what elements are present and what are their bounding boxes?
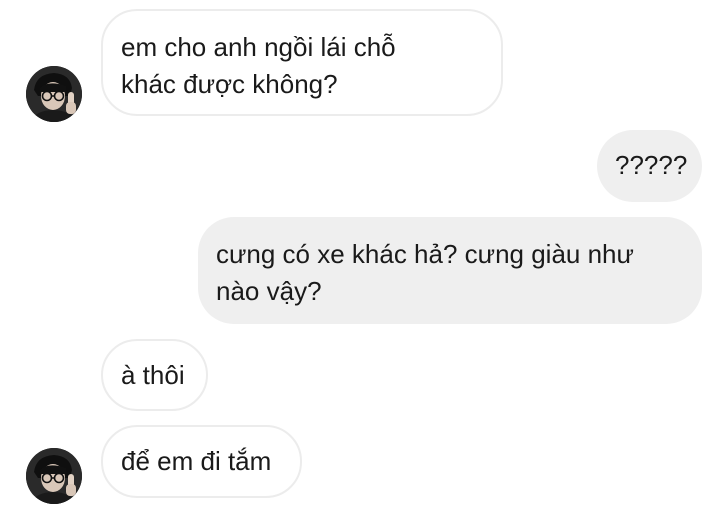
sender-avatar-icon[interactable] — [26, 448, 82, 504]
message-text: cưng có xe khác hả? cưng giàu như — [216, 239, 634, 269]
incoming-message-bubble[interactable]: để em đi tắm — [101, 425, 302, 498]
incoming-message-bubble[interactable]: à thôi — [101, 339, 208, 411]
message-text: à thôi — [121, 360, 185, 390]
message-text: khác được không? — [121, 69, 338, 99]
message-text: nào vậy? — [216, 276, 322, 306]
outgoing-message-bubble[interactable]: cưng có xe khác hả? cưng giàu như nào vậ… — [198, 217, 702, 324]
message-thread: em cho anh ngồi lái chỗ khác được không?… — [0, 0, 720, 507]
message-text: để em đi tắm — [121, 446, 272, 476]
outgoing-message-bubble[interactable]: ????? — [597, 130, 702, 202]
message-text: ????? — [615, 150, 688, 180]
message-text: em cho anh ngồi lái chỗ — [121, 32, 396, 62]
incoming-message-bubble[interactable]: em cho anh ngồi lái chỗ khác được không? — [101, 9, 503, 116]
sender-avatar-icon[interactable] — [26, 66, 82, 122]
